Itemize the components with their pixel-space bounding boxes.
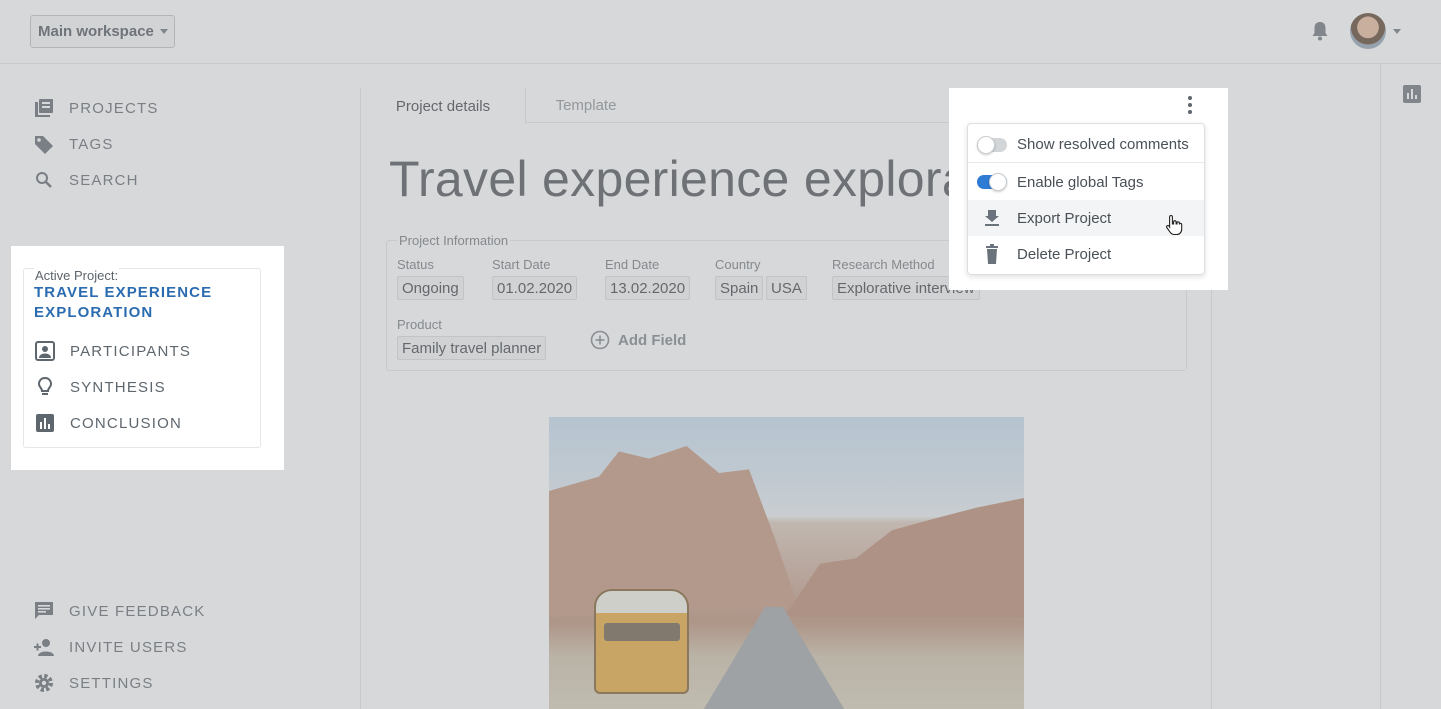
active-project-title[interactable]: TRAVEL EXPERIENCE EXPLORATION <box>34 283 234 323</box>
menu-item-label: Delete Project <box>1017 245 1112 263</box>
download-icon <box>985 210 999 226</box>
hand-pointer-icon <box>1166 214 1183 236</box>
project-menu-panel: Show resolved comments Enable global Tag… <box>949 88 1228 290</box>
active-project-label: Active Project: <box>34 268 120 283</box>
project-options-menu: Show resolved comments Enable global Tag… <box>967 123 1205 275</box>
sidebar-item-label: PARTICIPANTS <box>70 342 192 360</box>
toggle-switch[interactable] <box>977 135 1007 154</box>
sidebar-item-label: CONCLUSION <box>70 414 183 432</box>
menu-item-enable-global-tags[interactable]: Enable global Tags <box>968 164 1204 200</box>
menu-item-label: Export Project <box>1017 209 1112 227</box>
menu-item-show-resolved-comments[interactable]: Show resolved comments <box>968 127 1204 163</box>
sidebar-item-participants[interactable]: PARTICIPANTS <box>34 340 191 362</box>
menu-item-label: Enable global Tags <box>1017 173 1144 191</box>
menu-item-label: Show resolved comments <box>1017 136 1189 153</box>
bar-chart-icon <box>36 414 54 432</box>
sidebar-item-label: SYNTHESIS <box>70 378 166 396</box>
sidebar-item-conclusion[interactable]: CONCLUSION <box>34 412 182 434</box>
more-vertical-icon[interactable] <box>1182 94 1198 116</box>
toggle-switch[interactable] <box>977 173 1007 191</box>
lightbulb-icon <box>37 376 53 395</box>
active-project-panel: Active Project: TRAVEL EXPERIENCE EXPLOR… <box>11 246 284 470</box>
contact-card-icon <box>35 341 55 361</box>
menu-item-delete-project[interactable]: Delete Project <box>968 236 1204 272</box>
trash-icon <box>986 244 998 264</box>
active-project-box: Active Project: TRAVEL EXPERIENCE EXPLOR… <box>23 268 261 448</box>
sidebar-item-synthesis[interactable]: SYNTHESIS <box>34 376 166 398</box>
